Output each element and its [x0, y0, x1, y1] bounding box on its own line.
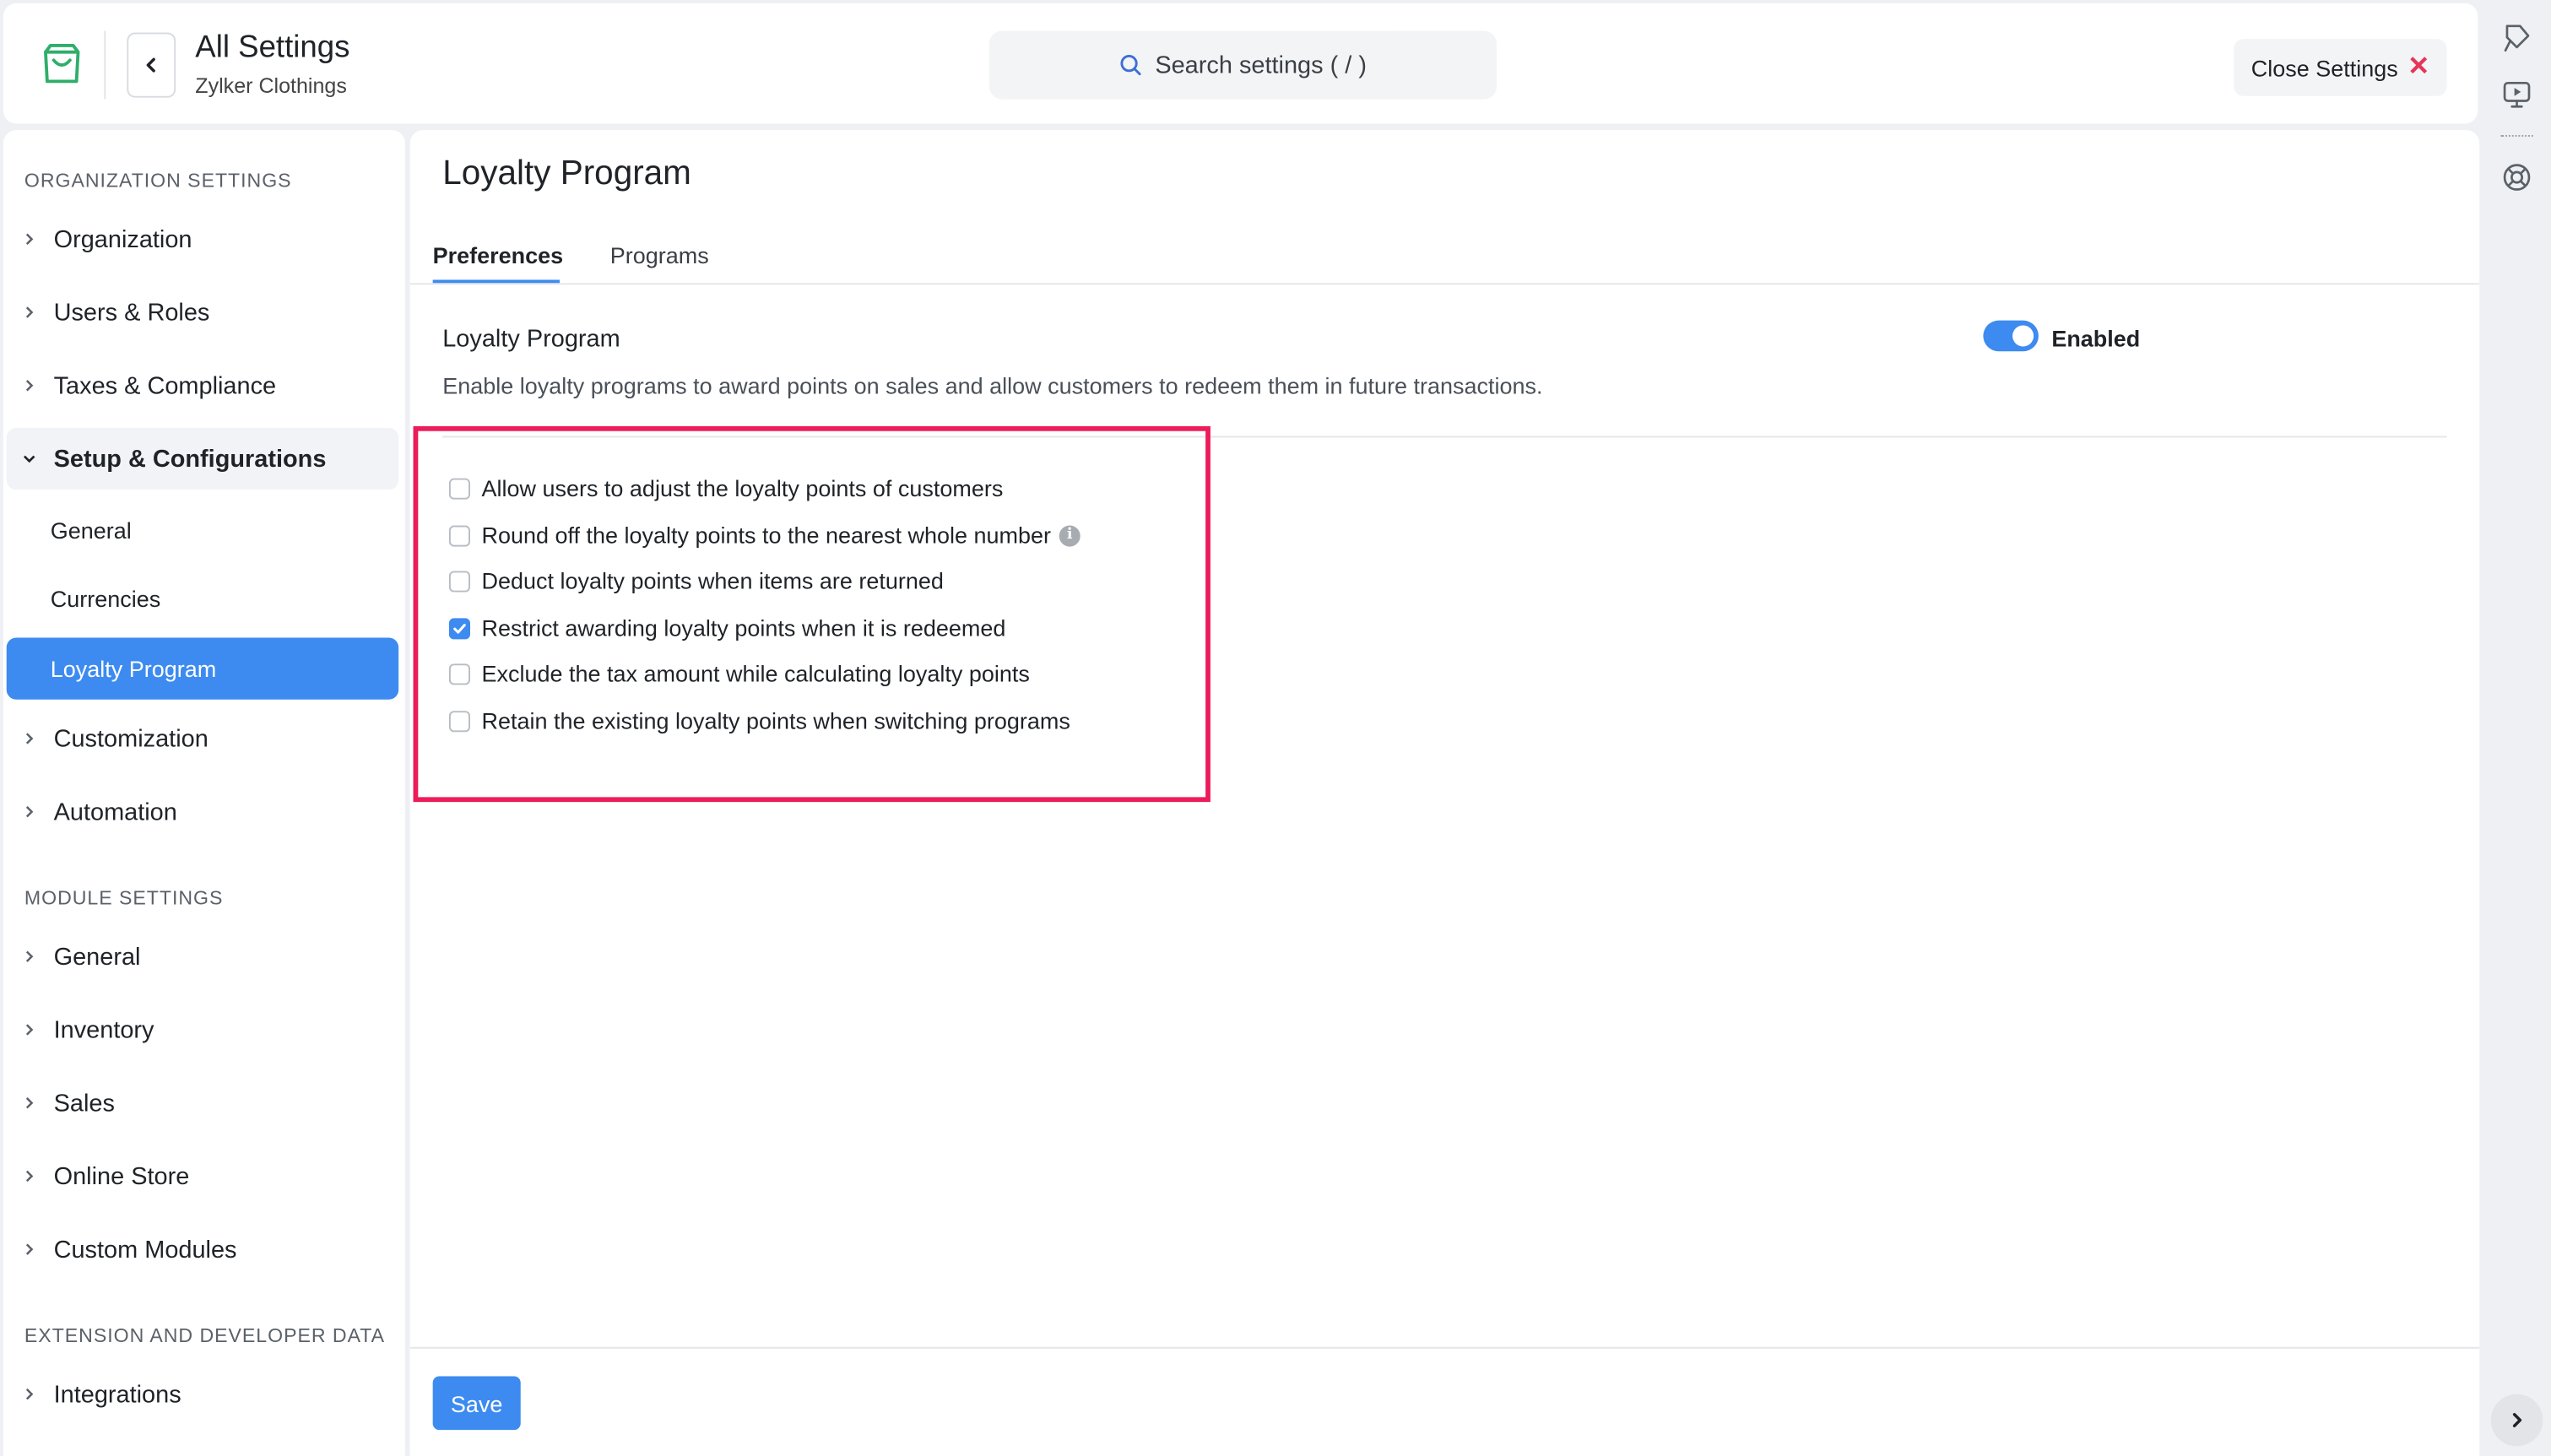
section-heading-module: MODULE SETTINGS	[24, 886, 224, 910]
chevron-right-icon	[2512, 1413, 2522, 1428]
sidebar-item-users-roles[interactable]: Users & Roles	[7, 281, 398, 343]
loyalty-section-title: Loyalty Program	[442, 325, 620, 354]
sidebar-item-label: Online Store	[53, 1162, 190, 1190]
chevron-right-icon	[18, 301, 41, 324]
checkbox-unchecked[interactable]	[448, 477, 470, 499]
settings-app: All Settings Zylker Clothings Search set…	[0, 0, 2551, 1456]
checkbox-unchecked[interactable]	[448, 663, 470, 685]
loyalty-section-description: Enable loyalty programs to award points …	[442, 372, 1543, 399]
sidebar-subitem-general[interactable]: General	[7, 500, 398, 561]
header-bar: All Settings Zylker Clothings Search set…	[3, 3, 2478, 124]
chevron-right-icon	[18, 374, 41, 397]
chevron-right-icon	[18, 1018, 41, 1041]
sidebar-item-label: Organization	[53, 225, 192, 253]
tabs-divider	[409, 283, 2480, 285]
tab-preferences[interactable]: Preferences	[433, 242, 564, 268]
chevron-right-icon	[18, 1383, 41, 1405]
sidebar-item-customization[interactable]: Customization	[7, 707, 398, 769]
back-button[interactable]	[127, 32, 176, 98]
option-exclude-tax[interactable]: Exclude the tax amount while calculating…	[448, 658, 1030, 690]
sidebar-item-sales[interactable]: Sales	[7, 1072, 398, 1134]
sidebar-item-custom-modules[interactable]: Custom Modules	[7, 1219, 398, 1280]
expand-panel-button[interactable]	[2490, 1394, 2543, 1447]
option-adjust-points[interactable]: Allow users to adjust the loyalty points…	[448, 472, 1004, 505]
sidebar-item-setup-configurations[interactable]: Setup & Configurations	[6, 427, 399, 490]
info-icon[interactable]: i	[1059, 524, 1081, 546]
search-placeholder: Search settings ( / )	[1155, 51, 1367, 79]
sidebar-item-module-general[interactable]: General	[7, 926, 398, 988]
sidebar-item-organization[interactable]: Organization	[7, 208, 398, 270]
sidebar-item-label: General	[53, 942, 141, 971]
loyalty-enable-toggle[interactable]	[1983, 320, 2039, 352]
close-settings-button[interactable]: Close Settings ✕	[2234, 39, 2447, 96]
option-retain-points[interactable]: Retain the existing loyalty points when …	[448, 705, 1070, 738]
page-title: Loyalty Program	[442, 154, 691, 192]
settings-sidebar: ORGANIZATION SETTINGS Organization Users…	[3, 130, 405, 1456]
option-label: Round off the loyalty points to the near…	[481, 522, 1051, 549]
chevron-right-icon	[18, 1238, 41, 1261]
sidebar-item-label: Customization	[53, 724, 209, 753]
close-settings-label: Close Settings	[2250, 54, 2398, 81]
tab-programs[interactable]: Programs	[610, 242, 709, 268]
sidebar-subitem-currencies[interactable]: Currencies	[7, 568, 398, 630]
sidebar-item-integrations[interactable]: Integrations	[7, 1363, 398, 1425]
sidebar-item-label: Users & Roles	[53, 298, 210, 327]
video-tutorial-icon[interactable]	[2500, 78, 2533, 111]
close-icon: ✕	[2407, 52, 2430, 81]
sidebar-item-label: Custom Modules	[53, 1235, 237, 1264]
search-input[interactable]: Search settings ( / )	[988, 30, 1498, 100]
sidebar-subitem-loyalty-program[interactable]: Loyalty Program	[6, 637, 399, 700]
option-label: Restrict awarding loyalty points when it…	[481, 614, 1006, 641]
sidebar-item-automation[interactable]: Automation	[7, 781, 398, 842]
sidebar-item-label: Integrations	[53, 1380, 181, 1409]
option-deduct-on-return[interactable]: Deduct loyalty points when items are ret…	[448, 565, 944, 598]
option-label: Allow users to adjust the loyalty points…	[481, 474, 1004, 501]
save-button[interactable]: Save	[432, 1376, 521, 1431]
checkmark-icon	[453, 623, 466, 633]
chevron-right-icon	[18, 228, 41, 251]
checkbox-checked[interactable]	[448, 617, 470, 639]
sidebar-item-inventory[interactable]: Inventory	[7, 999, 398, 1060]
page-header-title: All Settings	[195, 30, 350, 66]
chevron-down-icon	[18, 447, 41, 470]
option-label: Deduct loyalty points when items are ret…	[481, 567, 944, 594]
sidebar-item-label: Sales	[53, 1089, 115, 1118]
search-icon	[1120, 55, 1141, 76]
chevron-left-icon	[146, 57, 155, 73]
checkbox-unchecked[interactable]	[448, 524, 470, 546]
checkbox-unchecked[interactable]	[448, 710, 470, 732]
option-restrict-on-redeem[interactable]: Restrict awarding loyalty points when it…	[448, 612, 1006, 645]
chevron-right-icon	[18, 1091, 41, 1114]
main-content: Loyalty Program Preferences Programs Loy…	[409, 130, 2480, 1456]
option-label: Retain the existing loyalty points when …	[481, 707, 1070, 734]
section-heading-extension: EXTENSION AND DEVELOPER DATA	[24, 1323, 386, 1347]
sidebar-item-label: Taxes & Compliance	[53, 371, 277, 400]
option-round-off-points[interactable]: Round off the loyalty points to the near…	[448, 519, 1081, 552]
organization-name: Zylker Clothings	[195, 73, 347, 98]
chevron-right-icon	[18, 728, 41, 750]
chevron-right-icon	[18, 1165, 41, 1188]
chevron-right-icon	[18, 800, 41, 823]
sidebar-item-online-store[interactable]: Online Store	[7, 1145, 398, 1207]
help-lifebuoy-icon[interactable]	[2500, 161, 2533, 194]
rail-separator	[2500, 134, 2533, 138]
sidebar-item-label: Automation	[53, 798, 177, 826]
chevron-right-icon	[18, 945, 41, 968]
section-heading-organization: ORGANIZATION SETTINGS	[24, 169, 292, 192]
shopping-bag-icon[interactable]	[39, 41, 84, 86]
sidebar-item-label: Inventory	[53, 1015, 154, 1044]
option-label: Exclude the tax amount while calculating…	[481, 660, 1030, 687]
form-footer: Save	[409, 1346, 2480, 1456]
checkbox-unchecked[interactable]	[448, 570, 470, 592]
sidebar-item-taxes-compliance[interactable]: Taxes & Compliance	[7, 355, 398, 416]
toggle-knob	[2012, 325, 2034, 347]
sidebar-item-label: Setup & Configurations	[53, 445, 327, 473]
toggle-status-label: Enabled	[2051, 325, 2141, 352]
right-utility-rail	[2481, 0, 2551, 1456]
marker-icon[interactable]	[2500, 21, 2533, 54]
header-divider	[104, 30, 106, 100]
